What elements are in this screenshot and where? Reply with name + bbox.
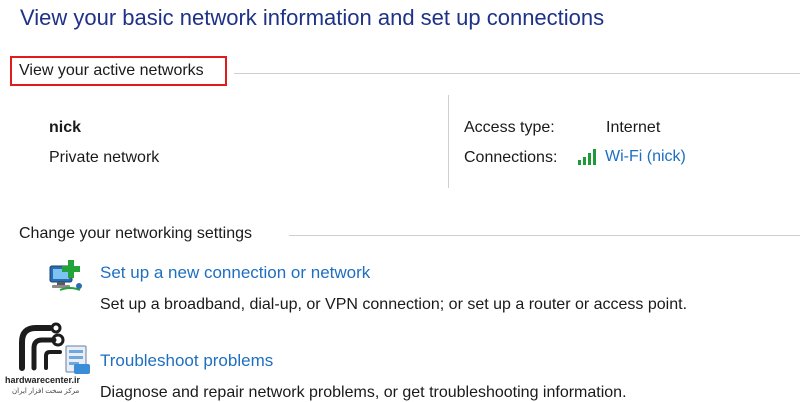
change-settings-divider [289,235,800,236]
watermark-site: hardwarecenter.ir [5,375,81,385]
access-type-label: Access type: [464,119,555,136]
watermark-tagline: مرکز سخت افزار ایران [12,388,80,395]
connections-label: Connections: [464,149,558,166]
change-settings-header: Change your networking settings [19,225,253,242]
troubleshoot-description: Diagnose and repair network problems, or… [100,384,627,401]
wifi-signal-icon [577,148,599,166]
vertical-divider [448,95,449,188]
active-networks-header: View your active networks [19,62,204,79]
network-name: nick [49,119,82,136]
page-title: View your basic network information and … [20,5,605,30]
troubleshoot-link[interactable]: Troubleshoot problems [100,351,273,371]
wifi-connection-link[interactable]: Wi-Fi (nick) [605,148,686,166]
access-type-value: Internet [606,119,661,136]
active-networks-divider [234,73,800,74]
new-connection-icon[interactable] [46,256,86,296]
new-connection-link[interactable]: Set up a new connection or network [100,263,370,283]
network-type[interactable]: Private network [49,149,159,167]
new-connection-description: Set up a broadband, dial-up, or VPN conn… [100,296,688,313]
watermark-logo [8,322,70,372]
